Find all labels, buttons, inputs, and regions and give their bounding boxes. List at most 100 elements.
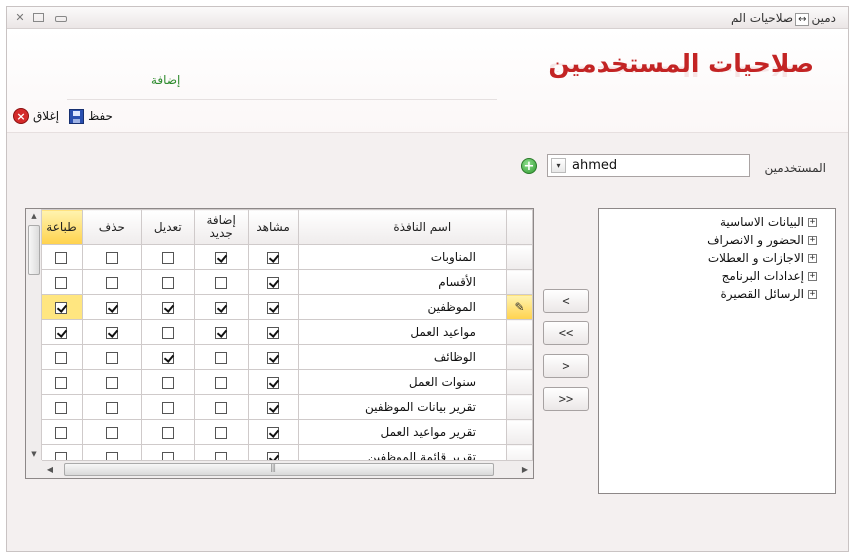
cell-window-name[interactable]: الوظائف — [297, 344, 508, 370]
print-checkbox[interactable] — [55, 301, 68, 314]
delete-checkbox[interactable] — [105, 326, 118, 339]
view-checkbox[interactable] — [267, 276, 280, 289]
view-checkbox[interactable] — [267, 376, 280, 389]
add-checkbox[interactable] — [215, 301, 228, 314]
table-row[interactable]: سنوات العمل — [26, 369, 533, 395]
delete-checkbox[interactable] — [105, 426, 118, 439]
cell-window-name[interactable]: تقرير مواعيد العمل — [297, 419, 508, 445]
table-row[interactable]: الموظفين ✎ — [26, 294, 533, 320]
print-checkbox[interactable] — [55, 351, 68, 364]
view-checkbox[interactable] — [267, 326, 280, 339]
edit-checkbox[interactable] — [161, 276, 174, 289]
delete-checkbox[interactable] — [105, 351, 118, 364]
print-checkbox[interactable] — [55, 401, 68, 414]
column-header-edit[interactable]: تعديل — [140, 209, 195, 245]
window-close-icon[interactable]: ✕ — [13, 11, 27, 24]
scroll-up-icon[interactable]: ▲ — [26, 209, 42, 223]
move-all-right-button[interactable]: >> — [543, 387, 589, 411]
move-one-right-button[interactable]: > — [543, 354, 589, 378]
add-user-icon[interactable]: + — [521, 158, 537, 174]
edit-checkbox[interactable] — [161, 251, 174, 264]
table-row[interactable]: تقرير مواعيد العمل — [26, 419, 533, 445]
print-checkbox[interactable] — [55, 376, 68, 389]
expand-icon[interactable]: + — [808, 235, 817, 245]
window-minimize-icon[interactable] — [55, 11, 69, 24]
add-checkbox[interactable] — [215, 426, 228, 439]
table-row[interactable]: تقرير بيانات الموظفين — [26, 394, 533, 420]
print-checkbox[interactable] — [55, 276, 68, 289]
close-button[interactable]: × إغلاق — [13, 108, 59, 124]
cell-window-name[interactable]: الموظفين — [297, 294, 508, 320]
vertical-scroll-thumb[interactable] — [28, 225, 40, 275]
print-checkbox[interactable] — [55, 251, 68, 264]
table-row[interactable]: الوظائف — [26, 344, 533, 370]
save-button[interactable]: حفظ — [69, 108, 113, 124]
delete-checkbox[interactable] — [105, 276, 118, 289]
add-checkbox[interactable] — [215, 351, 228, 364]
scroll-left-icon[interactable]: ◀ — [42, 461, 58, 478]
table-row[interactable]: الأقسام — [26, 269, 533, 295]
delete-checkbox[interactable] — [105, 401, 118, 414]
scroll-down-icon[interactable]: ▼ — [26, 447, 42, 461]
tree-node[interactable]: + البيانات الاساسية — [599, 213, 835, 231]
view-checkbox[interactable] — [267, 426, 280, 439]
add-checkbox[interactable] — [215, 326, 228, 339]
horizontal-scroll-thumb[interactable] — [64, 463, 494, 476]
edit-checkbox[interactable] — [161, 376, 174, 389]
expand-icon[interactable]: + — [808, 217, 817, 227]
tree-node[interactable]: + الاجازات و العطلات — [599, 249, 835, 267]
tree-node[interactable]: + الرسائل القصيرة — [599, 285, 835, 303]
add-checkbox[interactable] — [215, 376, 228, 389]
move-one-left-button[interactable]: < — [543, 289, 589, 313]
delete-checkbox[interactable] — [105, 376, 118, 389]
expand-icon[interactable]: + — [808, 253, 817, 263]
column-header-delete[interactable]: حذف — [81, 209, 142, 245]
edit-checkbox[interactable] — [161, 426, 174, 439]
row-header[interactable] — [506, 344, 533, 370]
delete-checkbox[interactable] — [105, 301, 118, 314]
edit-checkbox[interactable] — [161, 301, 174, 314]
row-header[interactable] — [506, 369, 533, 395]
row-header[interactable] — [506, 394, 533, 420]
row-header[interactable] — [506, 244, 533, 270]
chevron-down-icon[interactable]: ▾ — [551, 158, 566, 173]
print-checkbox[interactable] — [55, 426, 68, 439]
grid-vertical-scrollbar[interactable]: ▲ ▼ — [26, 209, 42, 461]
cell-window-name[interactable]: مواعيد العمل — [297, 319, 508, 345]
tree-node[interactable]: + الحضور و الانصراف — [599, 231, 835, 249]
row-header[interactable] — [506, 319, 533, 345]
expand-icon[interactable]: + — [808, 289, 817, 299]
column-header-view[interactable]: مشاهد — [247, 209, 299, 245]
view-checkbox[interactable] — [267, 301, 280, 314]
row-header[interactable]: ✎ — [506, 294, 533, 320]
column-header-window-name[interactable]: اسم النافذة — [297, 209, 508, 245]
column-header-add[interactable]: إضافة جديد — [193, 209, 249, 245]
add-checkbox[interactable] — [215, 251, 228, 264]
table-row[interactable]: المناوبات — [26, 244, 533, 270]
add-checkbox[interactable] — [215, 401, 228, 414]
tree-node[interactable]: + إعدادات البرنامج — [599, 267, 835, 285]
window-maximize-icon[interactable] — [33, 13, 44, 22]
edit-checkbox[interactable] — [161, 351, 174, 364]
cell-window-name[interactable]: المناوبات — [297, 244, 508, 270]
table-row[interactable]: مواعيد العمل — [26, 319, 533, 345]
expand-icon[interactable]: + — [808, 271, 817, 281]
grid-horizontal-scrollbar[interactable]: ◀ ▶ — [42, 460, 533, 478]
row-header[interactable] — [506, 269, 533, 295]
view-checkbox[interactable] — [267, 351, 280, 364]
cell-window-name[interactable]: الأقسام — [297, 269, 508, 295]
delete-checkbox[interactable] — [105, 251, 118, 264]
view-checkbox[interactable] — [267, 401, 280, 414]
view-checkbox[interactable] — [267, 251, 280, 264]
add-checkbox[interactable] — [215, 276, 228, 289]
cell-window-name[interactable]: تقرير بيانات الموظفين — [297, 394, 508, 420]
row-header[interactable] — [506, 419, 533, 445]
edit-checkbox[interactable] — [161, 326, 174, 339]
user-select[interactable]: ▾ ahmed — [547, 154, 750, 177]
print-checkbox[interactable] — [55, 326, 68, 339]
scroll-right-icon[interactable]: ▶ — [517, 461, 533, 478]
move-all-left-button[interactable]: << — [543, 321, 589, 345]
cell-window-name[interactable]: سنوات العمل — [297, 369, 508, 395]
edit-checkbox[interactable] — [161, 401, 174, 414]
grid-select-all-corner[interactable] — [506, 209, 533, 245]
